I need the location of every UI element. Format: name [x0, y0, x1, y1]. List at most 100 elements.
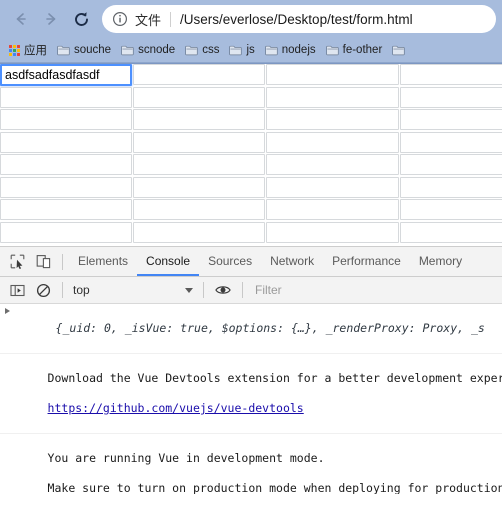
grid-input-3-2[interactable] — [266, 131, 399, 153]
back-button[interactable] — [6, 4, 36, 34]
console-filter-bar: top — [0, 277, 502, 304]
grid-input-6-0[interactable] — [0, 199, 132, 220]
vue-devtools-link[interactable]: https://github.com/vuejs/vue-devtools — [48, 401, 304, 415]
folder-icon — [265, 45, 278, 55]
console-message-devtools-tip: Download the Vue Devtools extension for … — [0, 354, 502, 434]
bookmark-label: scnode — [138, 44, 176, 56]
bookmark-label: css — [202, 44, 220, 56]
console-line-text: You are running Vue in development mode. — [47, 451, 325, 465]
tab-network[interactable]: Network — [261, 247, 323, 276]
grid-input-0-2[interactable] — [266, 64, 399, 85]
grid-input-1-0[interactable] — [0, 86, 132, 108]
grid-input-5-3[interactable] — [400, 176, 502, 198]
bookmark-nodejs[interactable]: nodejs — [260, 40, 321, 60]
folder-icon — [229, 45, 243, 55]
device-toolbar-button[interactable] — [30, 250, 56, 274]
filterbar-divider-1 — [62, 282, 63, 298]
tab-memory[interactable]: Memory — [410, 247, 471, 276]
console-sidebar-button[interactable] — [4, 278, 30, 302]
console-object-preview: {_uid: 0, _isVue: true, $options: {…}, _… — [55, 321, 485, 335]
tab-sources[interactable]: Sources — [199, 247, 261, 276]
grid-input-5-0[interactable] — [0, 176, 132, 198]
toolbar-divider — [62, 253, 63, 270]
bookmark-js[interactable]: js — [224, 40, 259, 60]
address-bar[interactable]: 文件 /Users/everlose/Desktop/test/form.htm… — [102, 5, 496, 33]
inspect-element-button[interactable] — [4, 250, 30, 274]
console-context-selector[interactable]: top — [69, 280, 197, 300]
reload-button[interactable] — [66, 4, 96, 34]
bookmark-label: nodejs — [281, 44, 316, 56]
bookmark-fe-other[interactable]: fe-other — [321, 40, 388, 60]
input-grid-row — [0, 86, 502, 110]
bookmark-label: souche — [74, 44, 112, 56]
grid-input-2-2[interactable] — [266, 109, 399, 130]
bookmark-label: js — [246, 44, 255, 56]
grid-input-6-1[interactable] — [133, 199, 265, 220]
grid-input-2-3[interactable] — [400, 109, 502, 130]
clear-console-icon — [36, 283, 50, 297]
grid-input-1-3[interactable] — [400, 86, 502, 108]
grid-input-7-0[interactable] — [0, 221, 132, 243]
reload-icon — [74, 11, 88, 26]
apps-grid-icon — [9, 44, 20, 56]
live-expression-button[interactable] — [210, 278, 236, 302]
folder-icon — [121, 45, 134, 55]
browser-toolbar: 文件 /Users/everlose/Desktop/test/form.htm… — [0, 0, 502, 38]
grid-input-7-3[interactable] — [400, 221, 502, 243]
folder-icon — [392, 45, 405, 55]
grid-input-5-1[interactable] — [133, 176, 265, 198]
grid-input-4-2[interactable] — [266, 154, 399, 175]
inspect-element-icon — [10, 254, 24, 269]
input-grid-row — [0, 64, 502, 87]
console-message-dev-mode: You are running Vue in development mode.… — [0, 434, 502, 494]
bookmark-apps[interactable]: 应用 — [4, 40, 52, 60]
grid-input-7-2[interactable] — [266, 221, 399, 243]
back-arrow-icon — [16, 13, 26, 25]
grid-input-4-0[interactable] — [0, 154, 132, 175]
console-filter-input[interactable] — [249, 280, 498, 300]
grid-input-6-2[interactable] — [266, 199, 399, 220]
grid-input-4-3[interactable] — [400, 154, 502, 175]
tab-performance[interactable]: Performance — [323, 247, 410, 276]
grid-input-3-3[interactable] — [400, 131, 502, 153]
grid-input-0-1[interactable] — [133, 64, 265, 85]
grid-input-4-1[interactable] — [133, 154, 265, 175]
grid-input-0-3[interactable] — [400, 64, 502, 85]
grid-input-6-3[interactable] — [400, 199, 502, 220]
bookmark-souche[interactable]: souche — [52, 40, 116, 60]
filterbar-divider-2 — [203, 282, 204, 298]
page-viewport — [0, 63, 502, 246]
grid-input-0-0[interactable] — [0, 64, 132, 86]
grid-input-2-1[interactable] — [133, 109, 265, 130]
grid-input-3-0[interactable] — [0, 131, 132, 153]
folder-icon — [57, 45, 70, 55]
input-grid-row — [0, 154, 502, 177]
grid-input-3-1[interactable] — [133, 131, 265, 153]
chevron-down-icon — [185, 287, 193, 293]
input-grid-row — [0, 221, 502, 245]
grid-input-2-0[interactable] — [0, 109, 132, 130]
grid-input-5-2[interactable] — [266, 176, 399, 198]
input-grid-row — [0, 109, 502, 132]
bookmark-overflow-partial[interactable] — [387, 40, 410, 60]
tab-elements[interactable]: Elements — [69, 247, 137, 276]
bookmark-scnode[interactable]: scnode — [116, 40, 180, 60]
console-context-value: top — [73, 283, 90, 297]
grid-input-1-1[interactable] — [133, 86, 265, 108]
bookmark-label: fe-other — [342, 44, 383, 56]
url-scheme-label: 文件 — [135, 12, 162, 28]
bookmark-css[interactable]: css — [180, 40, 224, 60]
expand-triangle-icon[interactable] — [5, 308, 10, 314]
devtools-tabbar: Elements Console Sources Network Perform… — [0, 247, 502, 277]
grid-input-1-2[interactable] — [266, 86, 399, 108]
forward-arrow-icon — [46, 13, 56, 25]
console-message-object[interactable]: {_uid: 0, _isVue: true, $options: {…}, _… — [0, 304, 502, 354]
tab-console[interactable]: Console — [137, 247, 200, 276]
console-message-list[interactable]: {_uid: 0, _isVue: true, $options: {…}, _… — [0, 304, 502, 494]
console-line-text: Download the Vue Devtools extension for … — [47, 371, 502, 385]
grid-input-7-1[interactable] — [133, 221, 265, 243]
clear-console-button[interactable] — [30, 278, 56, 302]
console-line-text: Make sure to turn on production mode whe… — [47, 481, 502, 494]
forward-button[interactable] — [36, 4, 66, 34]
devtools-panel: Elements Console Sources Network Perform… — [0, 246, 502, 494]
